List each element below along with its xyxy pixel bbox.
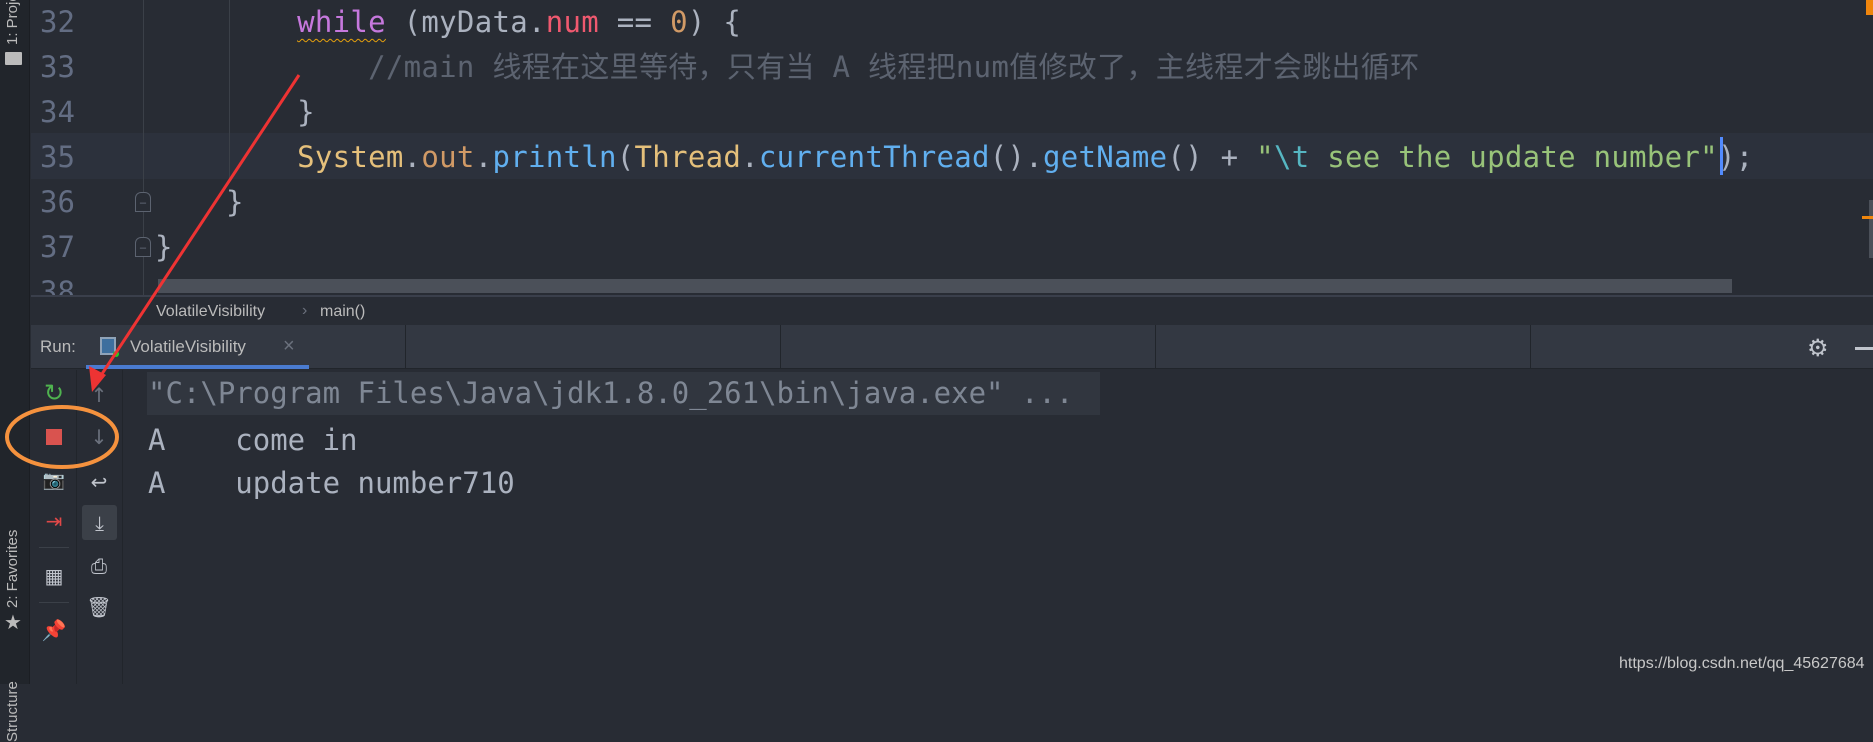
line-number: 35 <box>40 140 75 174</box>
line-number: 34 <box>40 95 75 129</box>
star-icon: ★ <box>4 610 22 634</box>
toolbar-separator <box>39 602 69 603</box>
settings-gear-icon[interactable]: ⚙ <box>1807 334 1829 362</box>
code-token: } <box>297 95 315 129</box>
code-token: Thread <box>634 140 742 174</box>
code-token: see the update number" <box>1309 140 1718 174</box>
run-tab-bar: Run: VolatileVisibility × ⚙ <box>31 325 1873 369</box>
code-token: ); <box>1717 140 1754 174</box>
console-line: A come in <box>148 423 358 457</box>
scroll-down-icon[interactable]: ↓ <box>85 423 113 451</box>
scroll-to-end-icon[interactable]: ⤓ <box>82 505 117 540</box>
code-token: num <box>545 5 600 39</box>
code-token: . <box>403 140 422 174</box>
vertical-scrollbar[interactable] <box>1869 200 1873 258</box>
running-indicator-icon <box>113 351 119 357</box>
code-token: System <box>297 140 404 174</box>
line-number: 38 <box>40 275 75 295</box>
code-token: (myData. <box>385 5 546 39</box>
code-line[interactable]: } <box>155 225 173 270</box>
code-token: } <box>155 230 173 264</box>
minimize-icon[interactable] <box>1855 347 1873 350</box>
run-label: Run: <box>40 337 76 356</box>
warning-marker <box>1866 0 1873 15</box>
code-token: . <box>741 140 759 174</box>
soft-wrap-icon[interactable]: ↩ <box>85 468 113 496</box>
run-tab-label: VolatileVisibility <box>130 337 246 356</box>
code-token: } <box>226 185 244 219</box>
code-token: (). <box>989 140 1044 174</box>
code-editor[interactable]: 32 while (myData.num == 0) { 33 //main 线程… <box>31 0 1873 295</box>
close-tab-icon[interactable]: × <box>283 335 295 358</box>
layout-icon[interactable]: ▦ <box>40 562 68 590</box>
line-number: 37 <box>40 230 75 264</box>
favorites-tool-tab[interactable]: 2: Favorites <box>4 530 21 608</box>
pin-icon[interactable]: 📌 <box>40 616 68 644</box>
line-number: 36 <box>40 185 75 219</box>
tab-divider <box>1155 325 1156 369</box>
code-line[interactable]: } <box>155 90 315 135</box>
code-line[interactable]: System.out.println(Thread.currentThread(… <box>155 135 1753 180</box>
code-token: ( <box>616 140 635 174</box>
code-token: 0 <box>670 5 688 39</box>
fold-marker-icon[interactable]: − <box>135 192 151 212</box>
toolbar-divider <box>122 370 123 684</box>
breadcrumb: VolatileVisibility › main() <box>31 295 1873 325</box>
code-token: () + <box>1167 140 1257 174</box>
console-line: A update number710 <box>148 466 515 500</box>
run-tab[interactable]: VolatileVisibility × <box>86 325 309 369</box>
code-line[interactable]: } <box>155 180 244 225</box>
tab-divider <box>405 325 406 369</box>
code-line[interactable]: //main 线程在这里等待，只有当 A 线程把num值修改了，主线程才会跳出循… <box>155 45 1419 90</box>
structure-tool-tab[interactable]: Structure <box>4 681 21 742</box>
code-token: . <box>474 140 493 174</box>
code-token: currentThread <box>758 140 990 174</box>
line-number: 33 <box>40 50 75 84</box>
code-token: " <box>1256 140 1274 174</box>
trash-icon[interactable]: 🗑 <box>85 593 113 621</box>
watermark: https://blog.csdn.net/qq_45627684 <box>1619 655 1865 672</box>
print-icon[interactable]: ⎙ <box>85 552 113 580</box>
toolbar-separator <box>39 547 69 548</box>
code-token: //main 线程在这里等待，只有当 A 线程把num值修改了，主线程才会跳出循… <box>368 50 1420 84</box>
stop-button[interactable] <box>40 423 68 451</box>
code-token: out <box>421 140 475 174</box>
toolbar-divider <box>76 370 77 684</box>
code-token: println <box>492 140 617 174</box>
tab-divider <box>780 325 781 369</box>
folder-icon <box>5 52 22 65</box>
breadcrumb-item-method[interactable]: main() <box>320 303 365 321</box>
rerun-icon[interactable]: ↻ <box>40 379 68 407</box>
line-number: 32 <box>40 5 75 39</box>
code-token: ) { <box>687 5 742 39</box>
text-caret <box>1720 137 1723 175</box>
error-stripe-marker <box>1862 216 1873 219</box>
console-line-command: "C:\Program Files\Java\jdk1.8.0_261\bin\… <box>148 376 1074 410</box>
code-token: \t <box>1273 140 1310 174</box>
run-console: ↻ 📷 ⇥ ▦ 📌 ↑ ↓ ↩ ⤓ ⎙ 🗑 "C:\Program Files\… <box>31 370 1873 684</box>
left-tool-strip: 1: Project 2: Favorites ★ Structure <box>0 0 30 742</box>
stop-icon <box>46 429 62 445</box>
code-token: getName <box>1043 140 1168 174</box>
exit-icon[interactable]: ⇥ <box>40 507 68 535</box>
scroll-up-icon[interactable]: ↑ <box>85 381 113 409</box>
code-token: == <box>599 5 671 39</box>
fold-marker-icon[interactable]: − <box>135 237 151 257</box>
horizontal-scrollbar[interactable] <box>158 279 1732 293</box>
breadcrumb-separator: › <box>302 302 308 319</box>
dump-threads-camera-icon[interactable]: 📷 <box>40 466 68 494</box>
tab-divider <box>1530 325 1531 369</box>
code-token: while <box>297 5 386 39</box>
project-tool-tab[interactable]: 1: Project <box>4 0 21 45</box>
breadcrumb-item-class[interactable]: VolatileVisibility <box>156 303 265 321</box>
code-line[interactable]: while (myData.num == 0) { <box>155 0 741 45</box>
